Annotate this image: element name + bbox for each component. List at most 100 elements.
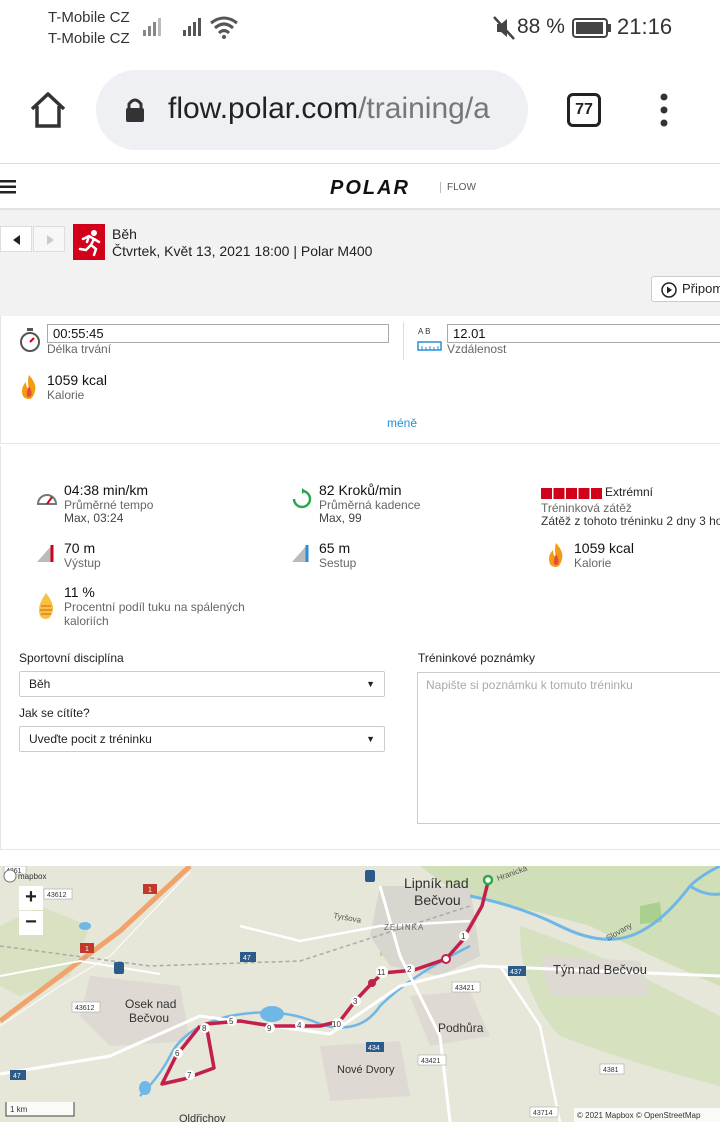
- url-host: flow.polar.com: [168, 92, 359, 125]
- route-marker: [441, 954, 451, 964]
- km-marker-4: 4: [297, 1021, 302, 1030]
- km-marker-11: 11: [377, 968, 386, 977]
- app-header: POLAR FLOW: [0, 166, 720, 210]
- browser-toolbar: flow.polar.com/training/a 77: [0, 56, 720, 164]
- calories-value: 1059 kcal: [47, 372, 107, 388]
- feeling-select[interactable]: Uveďte pocit z tréninku ▼: [19, 726, 385, 752]
- running-icon: [73, 224, 105, 260]
- replay-button[interactable]: Připom: [651, 276, 720, 302]
- training-load-label: Tréninková zátěž: [541, 501, 632, 515]
- wifi-icon: [210, 16, 238, 39]
- stopwatch-icon: [20, 328, 40, 352]
- fat-burn-icon: [39, 593, 54, 619]
- previous-training-button[interactable]: [0, 226, 32, 252]
- descent-label: Sestup: [319, 556, 357, 570]
- route-map[interactable]: 1 2 3 4 5 6 7 8 9 10 11 43612 43612 1 1 …: [0, 866, 720, 1122]
- town-lipnik-2: Bečvou: [414, 892, 461, 908]
- sport-select[interactable]: Běh ▼: [19, 671, 385, 697]
- ascent-value: 70 m: [64, 540, 96, 556]
- sport-select-value: Běh: [29, 677, 51, 691]
- chevron-down-icon: ▼: [366, 679, 375, 689]
- sport-name: Běh: [112, 226, 137, 242]
- feeling-select-label: Jak se cítíte?: [19, 706, 90, 720]
- cadence-icon: [292, 488, 312, 509]
- cadence-label: Průměrná kadence: [319, 498, 421, 512]
- map-attribution: © 2021 Mapbox © OpenStreetMap: [577, 1111, 701, 1120]
- play-icon: [661, 282, 677, 298]
- feeling-select-value: Uveďte pocit z tréninku: [29, 732, 152, 746]
- road-label: 47: [243, 955, 251, 962]
- road-label: 43714: [533, 1110, 553, 1117]
- town-lipnik-1: Lipník nad: [404, 875, 469, 891]
- mute-icon: [493, 16, 515, 40]
- road-label: 1: [85, 946, 89, 953]
- show-less-link[interactable]: méně: [387, 416, 417, 430]
- duration-label: Délka trvání: [47, 342, 112, 356]
- route-marker-current: [368, 979, 376, 987]
- zoom-out-button[interactable]: −: [19, 911, 43, 935]
- road-label: 43612: [47, 892, 67, 899]
- cadence-max: Max, 99: [319, 511, 362, 525]
- km-marker-10: 10: [332, 1020, 341, 1029]
- duration-value[interactable]: 00:55:45: [47, 324, 389, 343]
- zoom-in-button[interactable]: +: [19, 886, 43, 910]
- road-label: 43612: [75, 1005, 95, 1012]
- tab-switcher-button[interactable]: 77: [567, 93, 601, 127]
- km-marker-6: 6: [175, 1049, 180, 1058]
- chevron-left-icon: [13, 235, 20, 245]
- menu-dots-icon[interactable]: [656, 92, 672, 128]
- km-marker-7: 7: [187, 1071, 192, 1080]
- descent-value: 65 m: [319, 540, 351, 556]
- training-header: Běh Čtvrtek, Květ 13, 2021 18:00 | Polar…: [0, 212, 720, 316]
- polar-logo[interactable]: POLAR: [330, 177, 410, 200]
- divider: [403, 322, 404, 360]
- summary-panel: 00:55:45 Délka trvání A B 12.01 Vzdáleno…: [0, 316, 720, 444]
- mapbox-logo-icon: [3, 869, 17, 883]
- next-training-button[interactable]: [33, 226, 65, 252]
- distance-label: Vzdálenost: [447, 342, 507, 356]
- town-osek-2: Bečvou: [129, 1011, 169, 1025]
- town-osek-1: Osek nad: [125, 997, 176, 1011]
- status-bar: T-Mobile CZ T-Mobile CZ 88 % 21:16: [0, 0, 720, 56]
- signal-icon: [143, 18, 161, 36]
- address-bar[interactable]: flow.polar.com/training/a: [96, 70, 528, 150]
- km-marker-2: 2: [407, 965, 412, 974]
- route-start-marker: [482, 874, 494, 886]
- training-meta: Čtvrtek, Květ 13, 2021 18:00 | Polar M40…: [112, 243, 373, 259]
- road-label: 43421: [421, 1058, 441, 1065]
- flame-icon: [22, 375, 36, 399]
- km-marker-9: 9: [267, 1024, 272, 1033]
- battery-icon: [572, 18, 611, 38]
- road-label: 1: [148, 887, 152, 894]
- chevron-right-icon: [47, 235, 54, 245]
- km-marker-8: 8: [202, 1024, 207, 1033]
- sport-select-label: Sportovní disciplína: [19, 651, 124, 665]
- km-marker-5: 5: [229, 1017, 234, 1026]
- battery-percent: 88 %: [517, 15, 565, 38]
- bottom-spacer: [0, 1122, 720, 1136]
- distance-value[interactable]: 12.01: [447, 324, 720, 343]
- fat-label-1: Procentní podíl tuku na spálených: [64, 600, 245, 614]
- distance-icon: [417, 341, 442, 351]
- mapbox-logo-text: mapbox: [18, 872, 46, 881]
- home-icon[interactable]: [28, 90, 68, 130]
- road-label: 437: [510, 969, 522, 976]
- hamburger-icon[interactable]: [0, 180, 16, 194]
- town-oldrichov: Oldřichov: [179, 1113, 226, 1122]
- town-nove-dvory: Nové Dvory: [337, 1064, 395, 1076]
- url-text: flow.polar.com/training/a: [168, 92, 490, 126]
- kcal-label: Kalorie: [574, 556, 612, 570]
- flame-icon: [549, 543, 563, 567]
- ab-label: A B: [418, 327, 431, 336]
- training-load-bar: [541, 486, 603, 499]
- carrier-2: T-Mobile CZ: [48, 30, 130, 47]
- road-label: 434: [368, 1045, 380, 1052]
- fat-label-2: kaloriích: [64, 614, 109, 628]
- pace-max: Max, 03:24: [64, 511, 124, 525]
- signal-icon-2: [183, 18, 201, 36]
- town-tyn: Týn nad Bečvou: [553, 962, 647, 977]
- cadence-value: 82 Kroků/min: [319, 482, 402, 498]
- notes-textarea[interactable]: Napište si poznámku k tomuto tréninku: [417, 672, 720, 824]
- speedometer-icon: [36, 494, 58, 505]
- descent-icon: [292, 545, 309, 562]
